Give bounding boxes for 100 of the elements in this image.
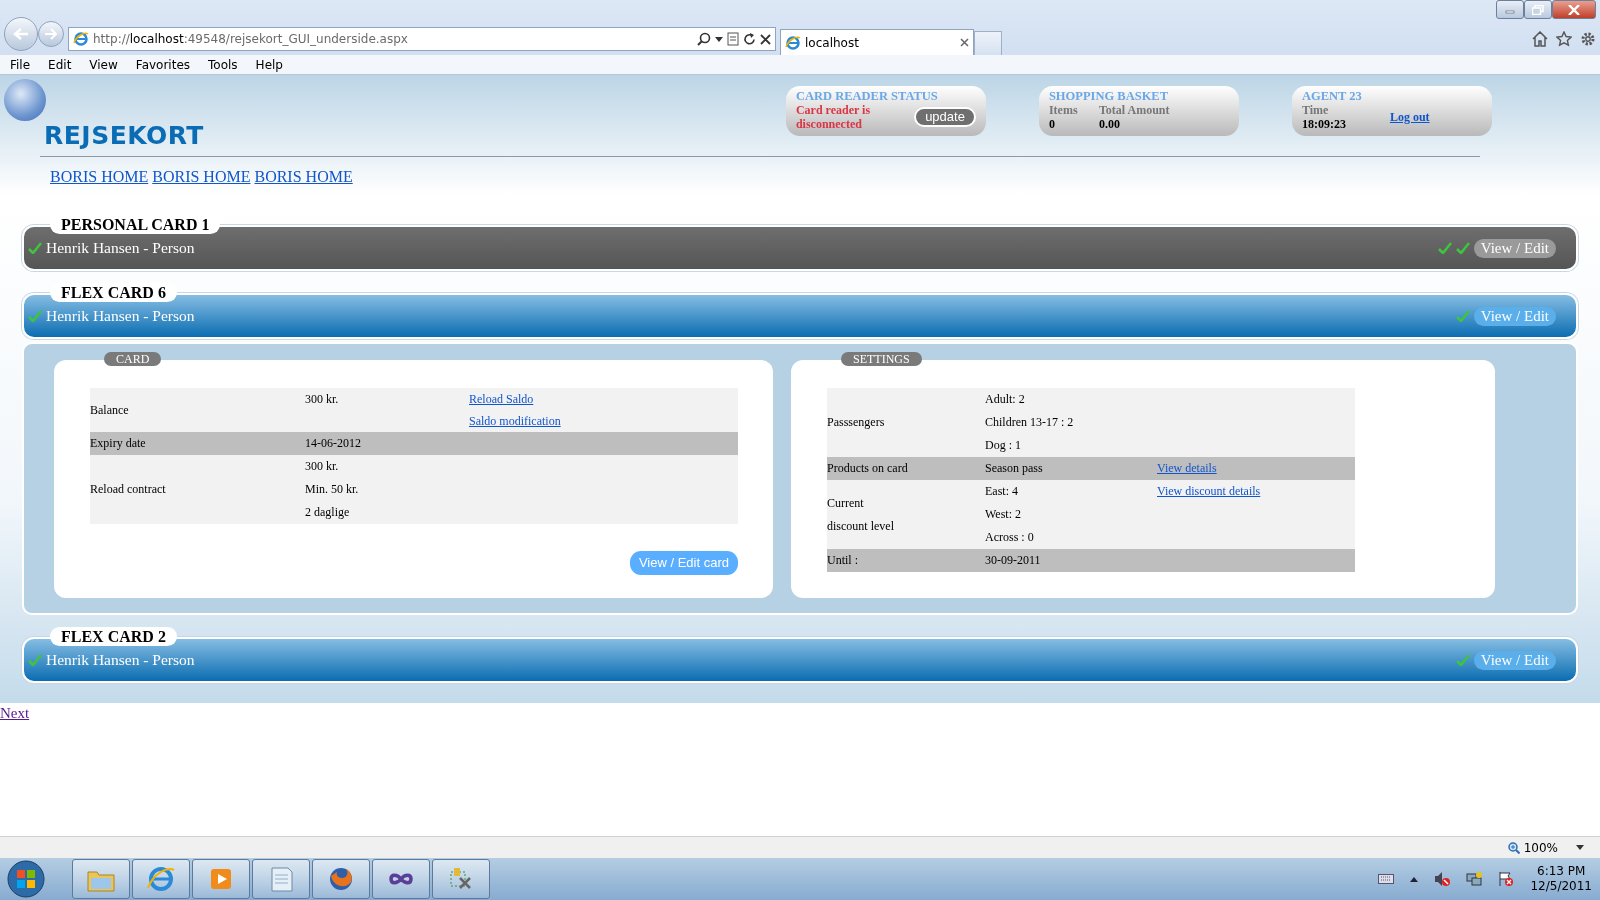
row-value: Across : 0 <box>985 529 1035 546</box>
card-holder: Henrik Hansen - Person <box>46 306 196 327</box>
menu-item[interactable]: Help <box>245 55 291 74</box>
section-badge: CARD <box>104 352 162 366</box>
zoom-icon <box>1507 841 1520 854</box>
field-value: 0 <box>1048 117 1056 131</box>
row-value: 30-09-2011 <box>985 552 1042 569</box>
zoom-level[interactable]: 100% <box>1523 838 1558 857</box>
browser-logo-icon <box>146 864 176 894</box>
taskbar-app-button[interactable] <box>72 859 130 899</box>
check-icon <box>1437 242 1452 254</box>
keyboard-icon[interactable] <box>1378 874 1395 884</box>
row-value: Dog : 1 <box>985 437 1022 454</box>
volume-muted-icon[interactable] <box>1434 871 1451 887</box>
row-label: Balance <box>90 401 130 419</box>
row-value: 2 daglige <box>305 504 351 521</box>
row-value: Adult: 2 <box>985 391 1026 408</box>
restore-button[interactable] <box>1524 0 1552 19</box>
taskbar-app-button[interactable] <box>312 859 370 899</box>
row-label: Passsengers <box>827 414 886 431</box>
url-text: http://localhost:49548/rejsekort_GUI_underside.aspx <box>93 31 409 48</box>
row-label: discount level <box>827 517 895 535</box>
nav-link[interactable]: BORIS HOME <box>152 165 251 201</box>
panel-title: SHOPPING BASKET <box>1048 89 1170 103</box>
card-holder: Henrik Hansen - Person <box>46 650 196 671</box>
close-icon <box>1568 4 1580 15</box>
update-button[interactable]: update <box>914 107 976 127</box>
nav-link[interactable]: BORIS HOME <box>50 165 149 201</box>
taskbar-app-button[interactable] <box>252 859 310 899</box>
close-icon[interactable] <box>960 38 969 47</box>
refresh-icon[interactable] <box>743 32 756 46</box>
row-value: East: 4 <box>985 483 1019 500</box>
menu-item[interactable]: Tools <box>198 55 246 74</box>
row-label: Reload contract <box>90 481 167 498</box>
row-value: Min. 50 kr. <box>305 481 360 498</box>
detail-link[interactable]: Reload Saldo <box>469 388 738 410</box>
check-icon <box>1455 310 1470 322</box>
card-title: FLEX CARD 6 <box>50 283 177 302</box>
browser-tab[interactable]: localhost <box>780 29 974 55</box>
caret-up-icon[interactable] <box>1410 876 1419 882</box>
network-icon[interactable] <box>1466 871 1483 887</box>
clock-date[interactable]: 12/5/2011 <box>1530 879 1592 894</box>
forward-arrow-icon <box>44 28 58 40</box>
field-label: Total Amount <box>1098 103 1171 117</box>
menu-item[interactable]: Favorites <box>125 55 199 74</box>
minimize-button[interactable] <box>1496 0 1524 19</box>
row-value: Season pass <box>985 460 1044 477</box>
taskbar-app-button[interactable] <box>192 859 250 899</box>
taskbar-app-button[interactable] <box>132 859 190 899</box>
taskbar-app-button[interactable] <box>432 859 490 899</box>
logo-text: REJSEKORT <box>44 120 204 152</box>
restore-icon <box>1532 4 1544 15</box>
star-icon[interactable] <box>1556 31 1572 47</box>
row-label: Current <box>827 494 865 512</box>
row-value: 300 kr. <box>305 458 340 475</box>
section-badge: SETTINGS <box>841 352 922 366</box>
row-value: 14-06-2012 <box>305 435 362 452</box>
check-icon <box>1455 242 1470 254</box>
check-icon <box>1455 654 1470 666</box>
row-label: Expiry date <box>90 435 147 452</box>
detail-link[interactable]: Saldo modification <box>469 410 738 432</box>
field-label: Time <box>1301 103 1330 117</box>
panel-title: AGENT 23 <box>1301 89 1363 103</box>
row-value: 300 kr. <box>305 391 340 408</box>
card-title: FLEX CARD 2 <box>50 627 177 646</box>
detail-link[interactable]: View discount details <box>1157 480 1355 502</box>
home-icon[interactable] <box>1532 31 1548 47</box>
settings-icon[interactable] <box>1580 31 1596 47</box>
check-icon <box>28 654 42 666</box>
flag-icon[interactable] <box>1498 871 1515 887</box>
field-value: 0.00 <box>1098 117 1121 131</box>
row-label: Products on card <box>827 460 909 477</box>
nav-link[interactable]: BORIS HOME <box>254 165 353 201</box>
address-bar[interactable]: http://localhost:49548/rejsekort_GUI_underside.aspx <box>68 27 776 51</box>
menu-item[interactable]: File <box>0 55 39 74</box>
next-link[interactable]: Next <box>0 702 30 725</box>
dropdown-caret-icon[interactable] <box>715 36 723 42</box>
clock-time[interactable]: 6:13 PM <box>1530 864 1592 879</box>
close-window-button[interactable] <box>1552 0 1596 19</box>
row-value: Children 13-17 : 2 <box>985 414 1075 431</box>
close-icon[interactable] <box>760 33 771 45</box>
menu-item[interactable]: View <box>79 55 126 74</box>
back-arrow-icon <box>13 27 29 41</box>
row-label: Until : <box>827 552 859 569</box>
taskbar-app-button[interactable] <box>372 859 430 899</box>
status-message: Card reader is disconnected <box>795 103 872 131</box>
browser-logo-icon <box>785 34 801 51</box>
field-value: 18:09:23 <box>1301 117 1347 131</box>
browser-logo-icon <box>73 31 89 47</box>
dropdown-caret-icon[interactable] <box>1576 845 1584 850</box>
search-icon[interactable] <box>697 32 711 46</box>
panel-title: CARD READER STATUS <box>795 89 939 103</box>
card-holder: Henrik Hansen - Person <box>46 238 196 259</box>
detail-link[interactable]: View details <box>1157 457 1355 479</box>
logo-orb-icon <box>4 79 46 121</box>
start-button-icon[interactable] <box>6 859 46 899</box>
row-value: West: 2 <box>985 506 1023 523</box>
logout-link[interactable]: Log out <box>1389 110 1430 124</box>
check-icon <box>28 310 42 322</box>
menu-item[interactable]: Edit <box>38 55 80 74</box>
